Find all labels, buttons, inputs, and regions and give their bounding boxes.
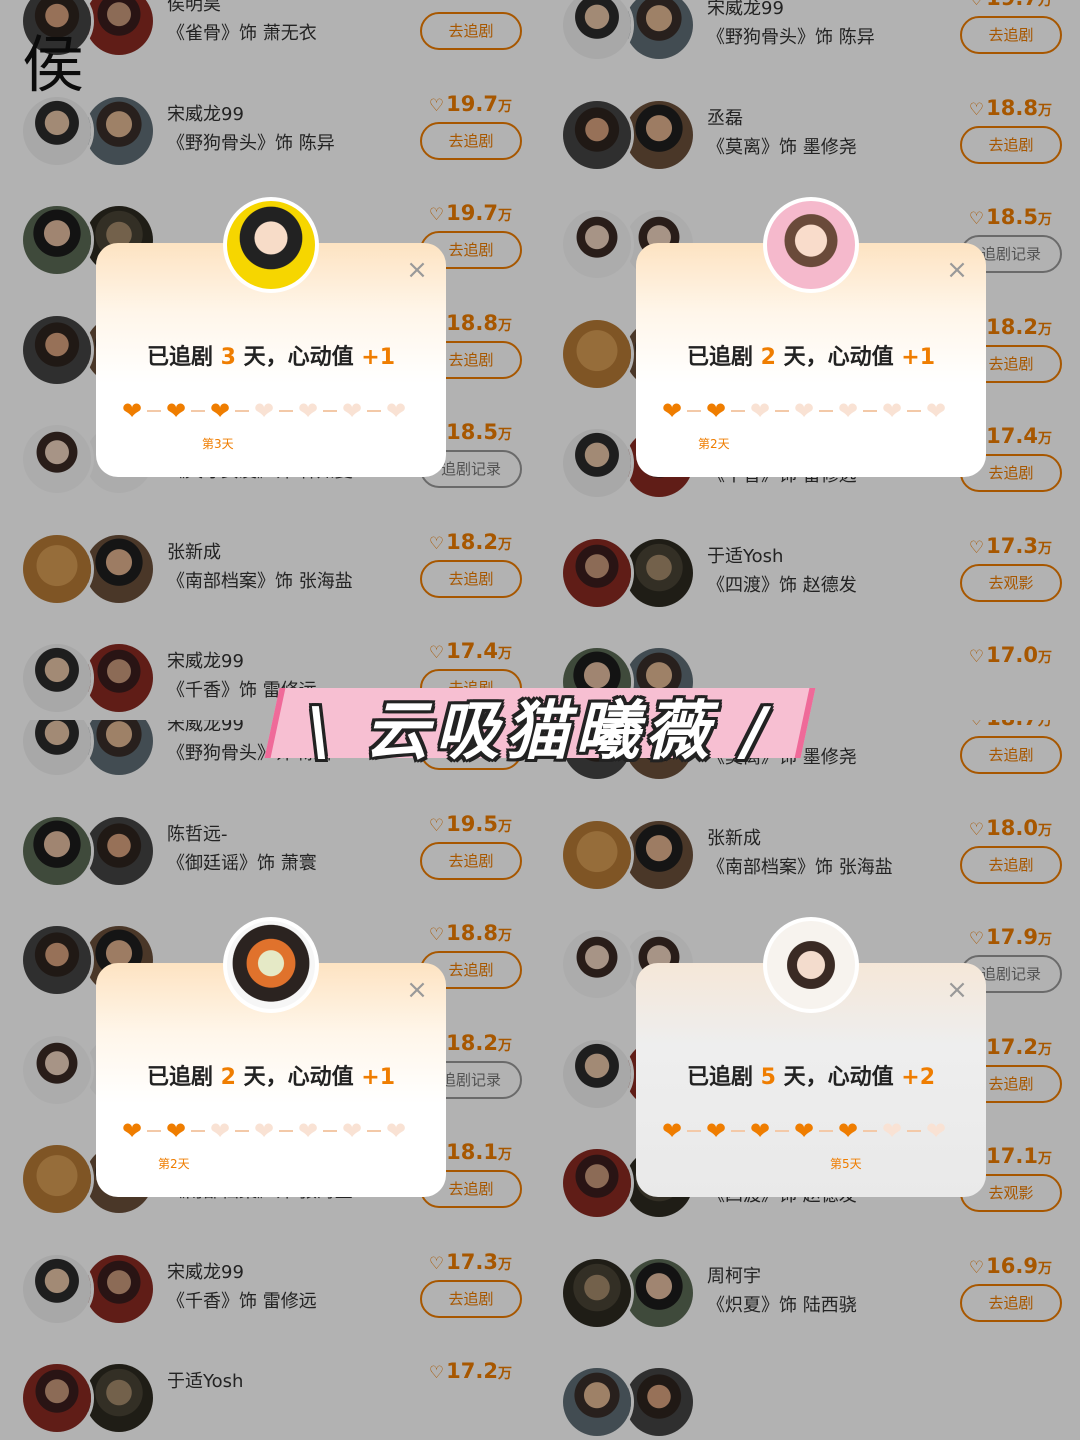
screenshot-panel-1: 侯侯明昊 《雀骨》饰 萧无衣 去追剧 宋威龙99 《野狗骨头》饰 陈异 ♡19.7万 去追剧… bbox=[0, 0, 540, 720]
streak-heart-icon: ❤ bbox=[925, 1117, 947, 1145]
streak-heart-icon: ❤ bbox=[385, 397, 407, 425]
streak-connector bbox=[775, 410, 789, 412]
close-icon[interactable]: × bbox=[944, 257, 970, 283]
streak-heart-icon: ❤ bbox=[793, 397, 815, 425]
checkin-message: 已追剧 5 天，心动值 +2 bbox=[636, 1059, 986, 1091]
streak-connector bbox=[731, 410, 745, 412]
checkin-modal: × 已追剧 2 天，心动值 +1 ❤ ❤ ❤ ❤ ❤ ❤ ❤ 第2天 bbox=[96, 917, 446, 1197]
streak-connector bbox=[323, 1130, 337, 1132]
streak-track: ❤ ❤ ❤ ❤ ❤ ❤ ❤ bbox=[120, 399, 422, 423]
checkin-highlight: 5 bbox=[760, 1065, 776, 1090]
streak-connector bbox=[191, 1130, 205, 1132]
screenshot-panel-2: 宋威龙99《野狗骨头》饰 陈异♡19.7万去追剧丞磊《莫离》饰 墨修尧♡18.8… bbox=[540, 0, 1080, 720]
streak-connector bbox=[907, 1130, 921, 1132]
streak-connector bbox=[863, 410, 877, 412]
streak-heart-icon: ❤ bbox=[209, 397, 231, 425]
streak-heart-icon: ❤ bbox=[341, 397, 363, 425]
checkin-modal: × 已追剧 3 天，心动值 +1 ❤ ❤ ❤ ❤ ❤ ❤ ❤ 第3天 bbox=[96, 197, 446, 477]
checkin-highlight: +1 bbox=[901, 345, 936, 370]
streak-connector bbox=[775, 1130, 789, 1132]
streak-heart-icon: ❤ bbox=[749, 397, 771, 425]
checkin-highlight: +2 bbox=[901, 1065, 936, 1090]
modal-avatar bbox=[763, 197, 859, 293]
current-day-label: 第2天 bbox=[698, 437, 730, 451]
streak-heart-icon: ❤ bbox=[385, 1117, 407, 1145]
streak-heart-icon: ❤ bbox=[705, 1117, 727, 1145]
streak-track: ❤ ❤ ❤ ❤ ❤ ❤ ❤ bbox=[120, 1119, 422, 1143]
streak-heart-icon: ❤ bbox=[793, 1117, 815, 1145]
streak-track: ❤ ❤ ❤ ❤ ❤ ❤ ❤ bbox=[660, 1119, 962, 1143]
streak-heart-icon: ❤ bbox=[925, 397, 947, 425]
streak-connector bbox=[367, 410, 381, 412]
checkin-highlight: +1 bbox=[361, 345, 396, 370]
checkin-modal: × 已追剧 2 天，心动值 +1 ❤ ❤ ❤ ❤ ❤ ❤ ❤ 第2天 bbox=[636, 197, 986, 477]
checkin-highlight: 2 bbox=[760, 345, 776, 370]
streak-heart-icon: ❤ bbox=[253, 1117, 275, 1145]
streak-connector bbox=[235, 410, 249, 412]
checkin-message: 已追剧 2 天，心动值 +1 bbox=[636, 339, 986, 371]
streak-heart-icon: ❤ bbox=[297, 397, 319, 425]
streak-heart-icon: ❤ bbox=[837, 397, 859, 425]
streak-track: ❤ ❤ ❤ ❤ ❤ ❤ ❤ bbox=[660, 399, 962, 423]
checkin-message: 已追剧 3 天，心动值 +1 bbox=[96, 339, 446, 371]
streak-heart-icon: ❤ bbox=[209, 1117, 231, 1145]
streak-connector bbox=[279, 410, 293, 412]
checkin-text: 天，心动值 bbox=[775, 1065, 902, 1090]
checkin-message: 已追剧 2 天，心动值 +1 bbox=[96, 1059, 446, 1091]
streak-heart-icon: ❤ bbox=[253, 397, 275, 425]
streak-connector bbox=[323, 410, 337, 412]
close-icon[interactable]: × bbox=[944, 977, 970, 1003]
streak-heart-icon: ❤ bbox=[881, 397, 903, 425]
streak-connector bbox=[147, 1130, 161, 1132]
close-icon[interactable]: × bbox=[404, 977, 430, 1003]
checkin-text: 已追剧 bbox=[686, 1065, 761, 1090]
streak-heart-icon: ❤ bbox=[881, 1117, 903, 1145]
checkin-text: 已追剧 bbox=[686, 345, 761, 370]
streak-heart-icon: ❤ bbox=[661, 1117, 683, 1145]
checkin-modal: × 已追剧 5 天，心动值 +2 ❤ ❤ ❤ ❤ ❤ ❤ ❤ 第5天 bbox=[636, 917, 986, 1197]
streak-connector bbox=[191, 410, 205, 412]
streak-heart-icon: ❤ bbox=[341, 1117, 363, 1145]
banner-title: \ 云吸猫曦薇 / bbox=[307, 695, 773, 769]
checkin-text: 天，心动值 bbox=[775, 345, 902, 370]
checkin-highlight: +1 bbox=[361, 1065, 396, 1090]
close-icon[interactable]: × bbox=[404, 257, 430, 283]
streak-connector bbox=[907, 410, 921, 412]
checkin-text: 已追剧 bbox=[146, 345, 221, 370]
streak-connector bbox=[819, 1130, 833, 1132]
streak-heart-icon: ❤ bbox=[165, 397, 187, 425]
checkin-text: 天，心动值 bbox=[235, 345, 362, 370]
streak-connector bbox=[147, 410, 161, 412]
modal-avatar bbox=[223, 917, 319, 1013]
streak-heart-icon: ❤ bbox=[837, 1117, 859, 1145]
streak-connector bbox=[279, 1130, 293, 1132]
current-day-label: 第2天 bbox=[158, 1157, 190, 1171]
streak-connector bbox=[819, 410, 833, 412]
streak-connector bbox=[863, 1130, 877, 1132]
modal-avatar bbox=[223, 197, 319, 293]
streak-heart-icon: ❤ bbox=[749, 1117, 771, 1145]
screenshot-panel-3: 宋威龙99《野狗骨头》饰 陈异♡19.6万去追剧陈哲远-《御廷谣》饰 萧寰♡19… bbox=[0, 720, 540, 1440]
checkin-highlight: 2 bbox=[220, 1065, 236, 1090]
current-day-label: 第5天 bbox=[830, 1157, 862, 1171]
streak-heart-icon: ❤ bbox=[121, 1117, 143, 1145]
streak-heart-icon: ❤ bbox=[661, 397, 683, 425]
streak-connector bbox=[687, 1130, 701, 1132]
streak-heart-icon: ❤ bbox=[705, 397, 727, 425]
streak-connector bbox=[367, 1130, 381, 1132]
streak-connector bbox=[235, 1130, 249, 1132]
streak-heart-icon: ❤ bbox=[121, 397, 143, 425]
screenshot-panel-4: 丞磊《莫离》饰 墨修尧♡18.7万去追剧张新成《南部档案》饰 张海盐♡18.0万… bbox=[540, 720, 1080, 1440]
checkin-text: 已追剧 bbox=[146, 1065, 221, 1090]
checkin-highlight: 3 bbox=[220, 345, 236, 370]
modal-avatar bbox=[763, 917, 859, 1013]
streak-heart-icon: ❤ bbox=[297, 1117, 319, 1145]
streak-heart-icon: ❤ bbox=[165, 1117, 187, 1145]
checkin-text: 天，心动值 bbox=[235, 1065, 362, 1090]
streak-connector bbox=[687, 410, 701, 412]
streak-connector bbox=[731, 1130, 745, 1132]
current-day-label: 第3天 bbox=[202, 437, 234, 451]
